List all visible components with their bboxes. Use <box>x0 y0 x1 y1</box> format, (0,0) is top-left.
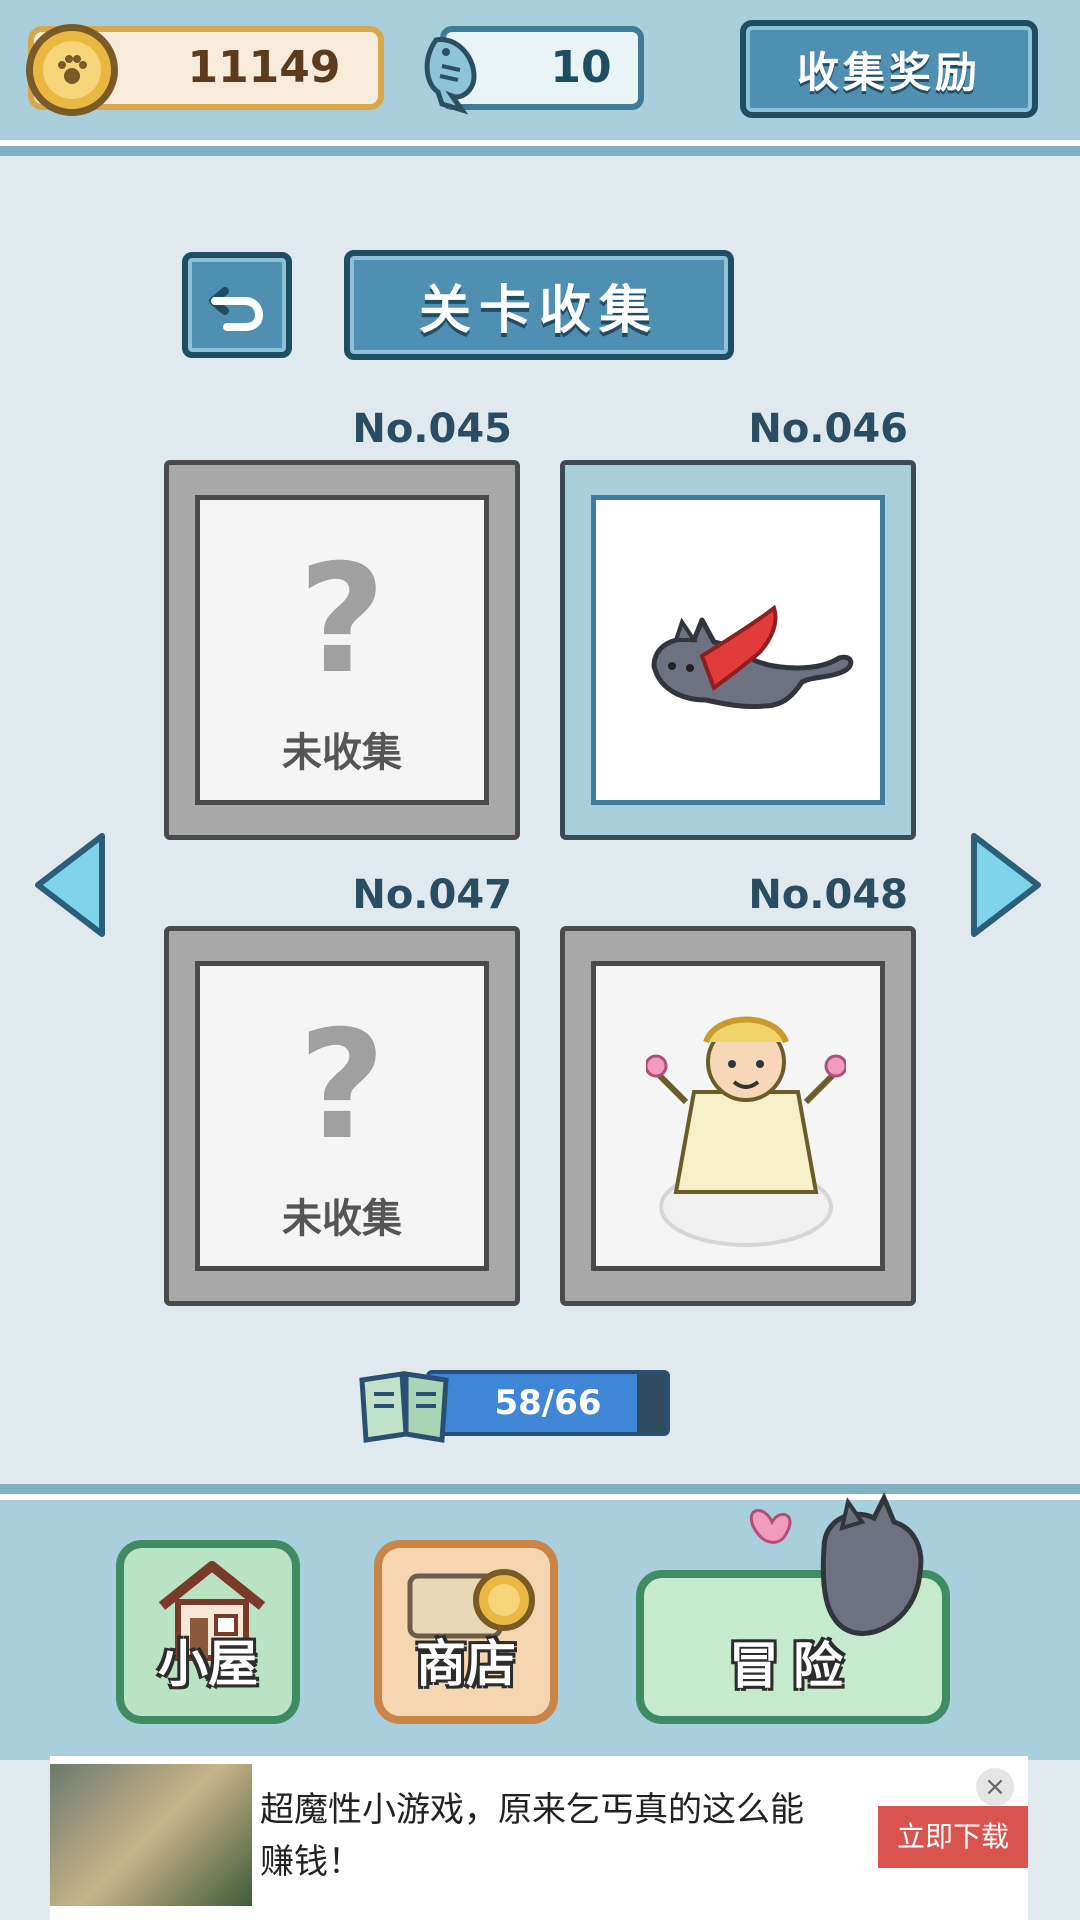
house-button[interactable]: 小屋 <box>116 1540 300 1724</box>
house-label: 小屋 <box>158 1635 258 1693</box>
level-card[interactable] <box>560 926 916 1306</box>
progress-text: 58/66 <box>494 1383 602 1423</box>
ad-text: 超魔性小游戏，原来乞丐真的这么能赚钱！ <box>260 1790 804 1882</box>
fish-value: 10 <box>550 42 612 93</box>
book-icon <box>359 1371 449 1443</box>
card-number: No.047 <box>352 872 512 918</box>
ad-banner[interactable]: 超魔性小游戏，原来乞丐真的这么能赚钱！ 立即下载 × <box>50 1756 1028 1920</box>
undo-arrow-icon <box>209 287 264 331</box>
collect-reward-button[interactable]: 收集奖励 <box>740 20 1038 118</box>
progress-bar: 58/66 <box>426 1370 670 1436</box>
back-button[interactable] <box>182 252 292 358</box>
card-number: No.046 <box>748 406 908 452</box>
shop-button[interactable]: 商店 <box>374 1540 558 1724</box>
card-number: No.048 <box>748 872 908 918</box>
level-card[interactable] <box>560 460 916 840</box>
collection-progress: 58/66 <box>356 1364 672 1443</box>
card-number: No.045 <box>352 406 512 452</box>
page-title: 关卡收集 <box>344 250 734 360</box>
ad-thumbnail <box>50 1764 252 1906</box>
coin-value: 11149 <box>187 42 341 93</box>
next-page-arrow[interactable] <box>968 830 1044 940</box>
fish-icon <box>424 37 477 115</box>
adventure-label: 冒险 <box>729 1637 857 1695</box>
ad-download-button[interactable]: 立即下载 <box>878 1806 1028 1868</box>
card-face <box>591 961 885 1271</box>
card-face: ? 未收集 <box>195 961 489 1271</box>
monkey-king-icon <box>646 1016 846 1247</box>
uncollected-label: 未收集 <box>282 730 402 776</box>
card-face: ? 未收集 <box>195 495 489 805</box>
adventure-button[interactable]: 冒险 <box>636 1491 950 1724</box>
flying-cat-cape-icon <box>651 604 854 709</box>
paw-coin-icon <box>26 24 118 116</box>
question-mark-icon: ? <box>298 999 386 1173</box>
card-face <box>591 495 885 805</box>
top-bar: 11149 10 收集奖励 <box>0 0 1080 146</box>
level-card[interactable]: ? 未收集 <box>164 460 520 840</box>
prev-page-arrow[interactable] <box>32 830 108 940</box>
uncollected-label: 未收集 <box>282 1196 402 1242</box>
close-icon[interactable]: × <box>976 1768 1014 1806</box>
question-mark-icon: ? <box>298 533 386 707</box>
shop-label: 商店 <box>416 1635 516 1693</box>
level-card[interactable]: ? 未收集 <box>164 926 520 1306</box>
